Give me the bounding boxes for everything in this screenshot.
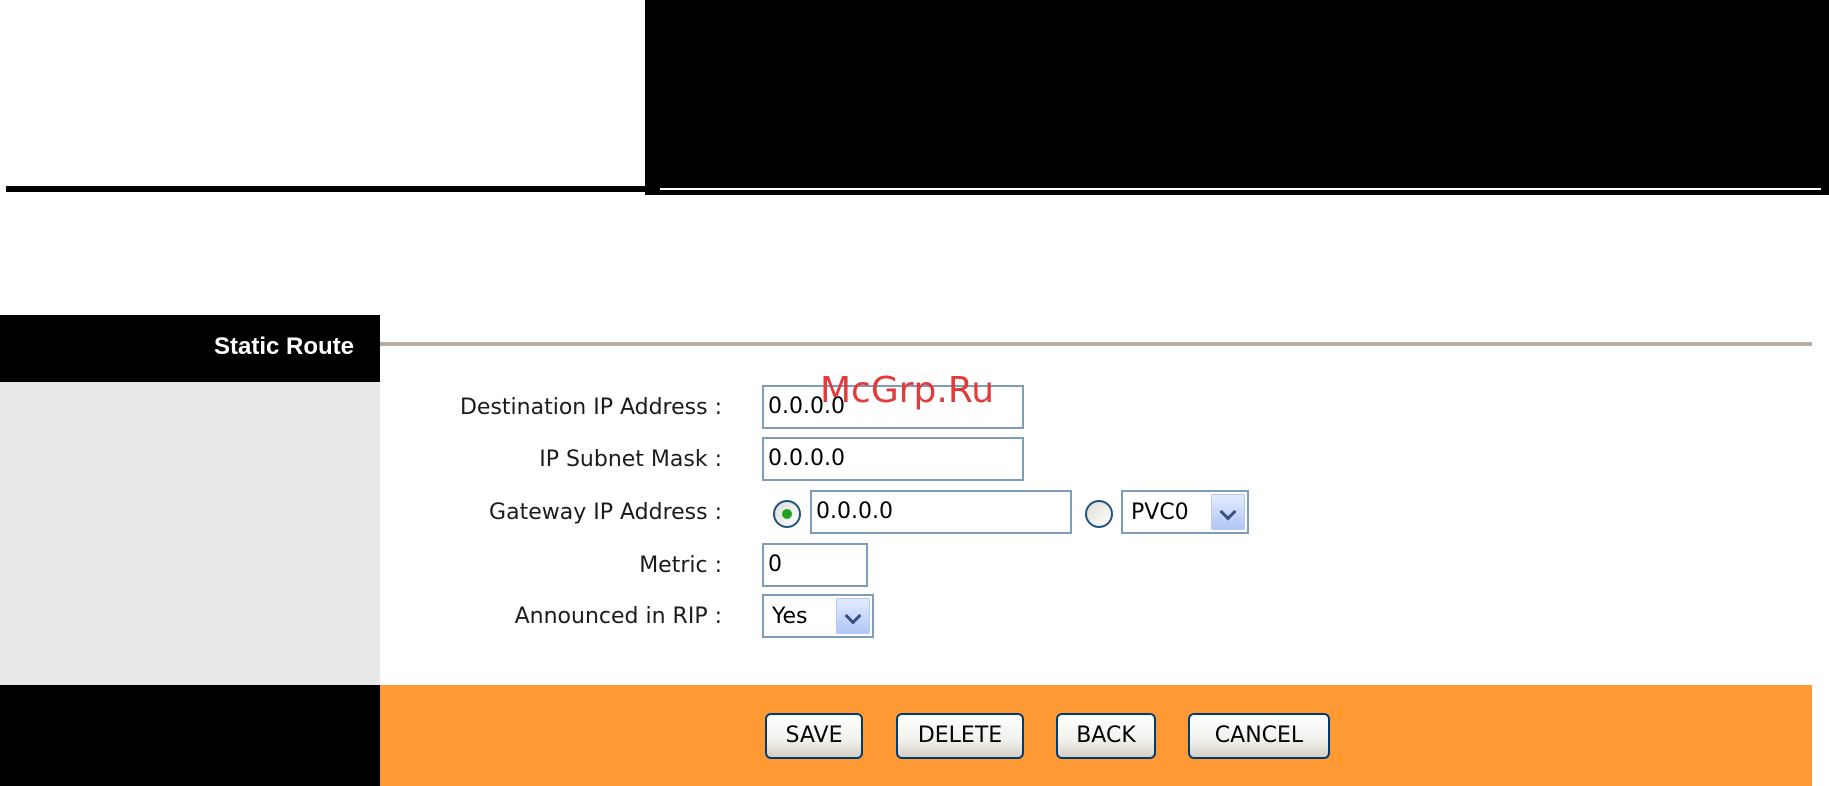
destination-ip-row: Destination IP Address : 0.0.0.0: [380, 385, 1812, 431]
delete-button[interactable]: DELETE: [896, 713, 1024, 759]
sidebar-panel: [0, 382, 380, 685]
gateway-row: Gateway IP Address : 0.0.0.0 PVC0: [380, 490, 1812, 536]
back-button[interactable]: BACK: [1056, 713, 1156, 759]
header-banner: [645, 0, 1829, 195]
metric-row: Metric : 0: [380, 543, 1812, 589]
destination-ip-input[interactable]: 0.0.0.0: [762, 385, 1024, 429]
gateway-interface-value: PVC0: [1131, 500, 1189, 525]
action-bar: SAVE DELETE BACK CANCEL: [380, 685, 1812, 786]
metric-label: Metric :: [639, 553, 722, 578]
save-button[interactable]: SAVE: [765, 713, 863, 759]
subnet-mask-row: IP Subnet Mask : 0.0.0.0: [380, 437, 1812, 483]
section-title-block: Static Route: [0, 315, 380, 382]
metric-input[interactable]: 0: [762, 543, 868, 587]
gateway-interface-select[interactable]: PVC0: [1121, 490, 1249, 534]
section-title-rule: [380, 342, 1812, 346]
announced-rip-value: Yes: [772, 604, 808, 629]
sidebar-footer: [0, 685, 380, 786]
gateway-interface-radio[interactable]: [1085, 500, 1113, 528]
chevron-down-icon[interactable]: [836, 598, 870, 634]
gateway-label: Gateway IP Address :: [489, 500, 722, 525]
destination-ip-label: Destination IP Address :: [459, 395, 722, 420]
announced-rip-select[interactable]: Yes: [762, 594, 874, 638]
subnet-mask-label: IP Subnet Mask :: [539, 447, 722, 472]
chevron-down-icon[interactable]: [1211, 494, 1245, 530]
gateway-ip-radio[interactable]: [773, 500, 801, 528]
cancel-button[interactable]: CANCEL: [1188, 713, 1330, 759]
section-title: Static Route: [213, 333, 354, 360]
announced-rip-row: Announced in RIP : Yes: [380, 594, 1812, 640]
announced-rip-label: Announced in RIP :: [514, 604, 722, 629]
gateway-ip-input[interactable]: 0.0.0.0: [810, 490, 1072, 534]
header-rule-highlight: [660, 188, 1821, 190]
subnet-mask-input[interactable]: 0.0.0.0: [762, 437, 1024, 481]
